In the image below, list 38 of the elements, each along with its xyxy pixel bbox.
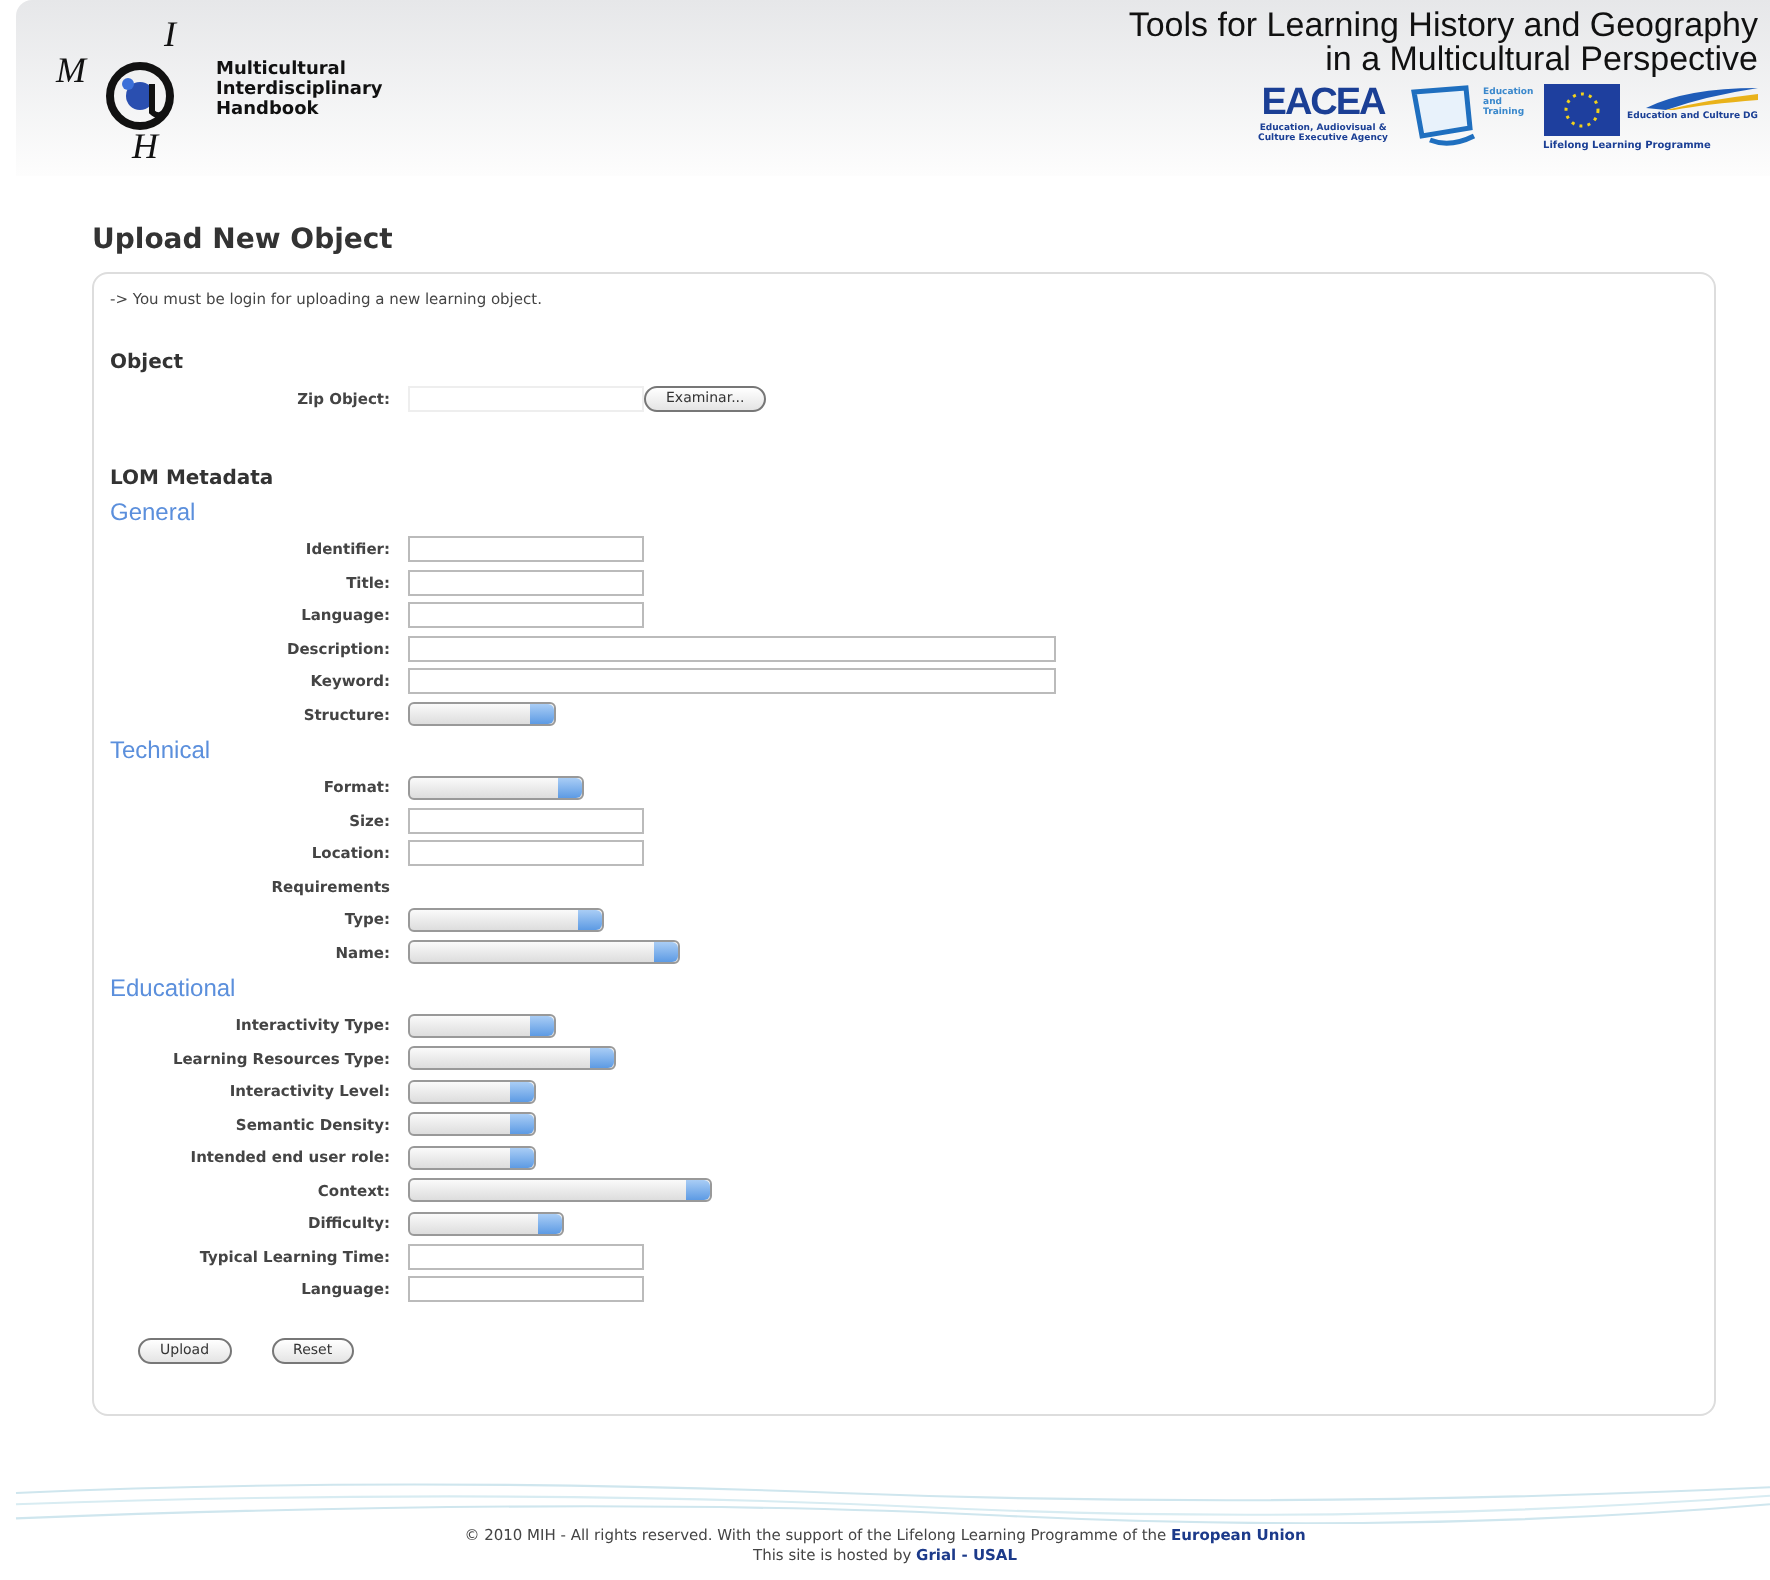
input-field[interactable]	[408, 807, 644, 834]
category-heading: General	[110, 497, 198, 525]
input-field[interactable]	[408, 569, 644, 596]
logo-letter: M	[56, 52, 86, 88]
swoosh-icon	[1646, 84, 1758, 112]
site-tagline: Tools for Learning History and Geography	[1128, 8, 1758, 42]
input-field[interactable]	[408, 840, 644, 867]
select-dropdown[interactable]	[408, 1145, 536, 1170]
partner-logo-text: EACEA	[1261, 84, 1385, 124]
section-heading: LOM Metadata	[110, 467, 276, 489]
input-field[interactable]	[408, 1276, 644, 1303]
select-dropdown[interactable]	[408, 775, 584, 800]
select-dropdown[interactable]	[408, 1178, 712, 1203]
logo-letter: H	[132, 128, 158, 164]
select-dropdown[interactable]	[408, 1079, 536, 1104]
input-field[interactable]	[408, 536, 644, 563]
select-dropdown[interactable]	[408, 1211, 564, 1236]
category-heading: Technical	[110, 735, 213, 763]
select-dropdown[interactable]	[408, 940, 680, 965]
logo-text: Interdisciplinary	[216, 80, 383, 100]
file-field[interactable]	[408, 385, 644, 412]
select-dropdown[interactable]	[408, 702, 556, 727]
page-title: Upload New Object	[92, 224, 395, 256]
logo-text: Handbook	[216, 100, 321, 120]
input-field[interactable]	[408, 602, 644, 629]
select-dropdown[interactable]	[408, 1013, 556, 1038]
select-dropdown[interactable]	[408, 907, 604, 932]
select-dropdown[interactable]	[408, 1112, 536, 1137]
category-heading: Educational	[110, 973, 238, 1001]
flag-icon	[1543, 84, 1620, 136]
input-field[interactable]	[408, 1243, 644, 1270]
logo-letter: I	[164, 16, 176, 52]
input-field[interactable]	[408, 635, 1056, 662]
input-field[interactable]	[408, 668, 1056, 695]
logo-text: Multicultural	[216, 60, 348, 80]
site-tagline: in a Multicultural Perspective	[1325, 42, 1758, 76]
section-heading: Object	[110, 352, 186, 374]
select-dropdown[interactable]	[408, 1046, 616, 1071]
